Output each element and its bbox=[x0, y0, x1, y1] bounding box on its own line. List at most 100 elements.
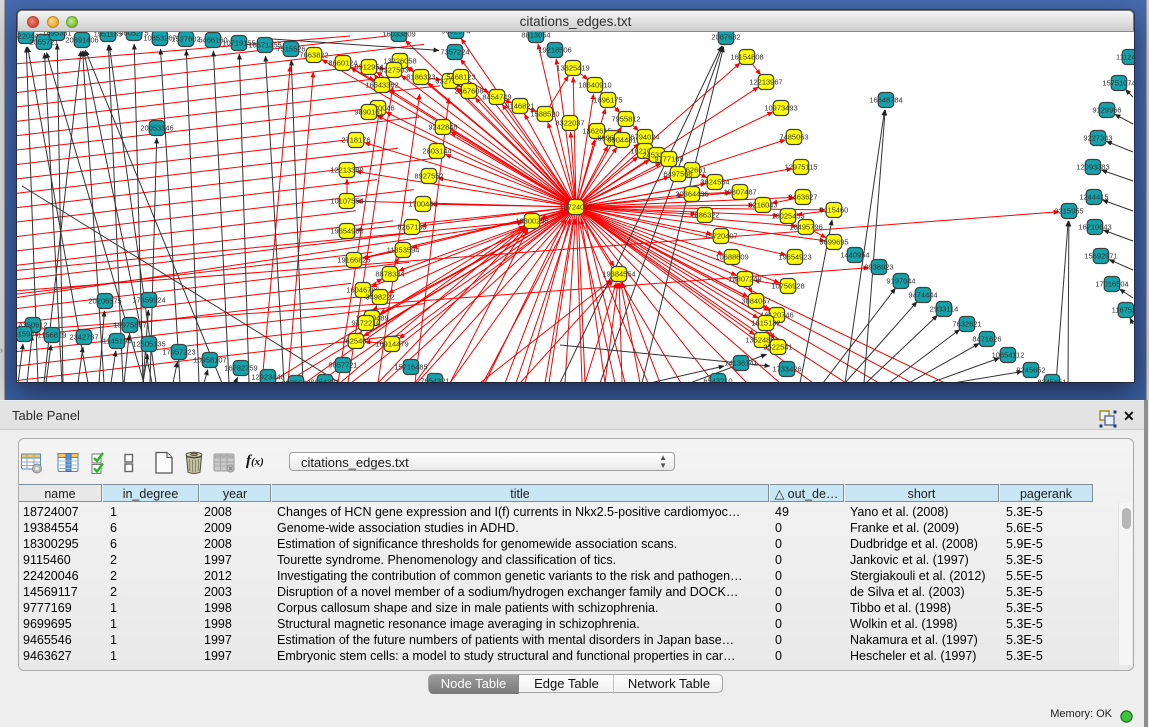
svg-text:7663822: 7663822 bbox=[299, 51, 328, 60]
svg-text:16543362: 16543362 bbox=[365, 81, 398, 90]
svg-text:9862674: 9862674 bbox=[441, 32, 470, 36]
svg-text:1440954: 1440954 bbox=[840, 251, 869, 260]
svg-text:3215955: 3215955 bbox=[1054, 207, 1083, 216]
svg-text:18495796: 18495796 bbox=[789, 223, 822, 232]
svg-text:9115460: 9115460 bbox=[820, 206, 849, 215]
svg-text:7625402: 7625402 bbox=[341, 337, 370, 346]
svg-text:3624554: 3624554 bbox=[700, 178, 729, 187]
svg-text:12505135: 12505135 bbox=[132, 340, 165, 349]
svg-text:1527602: 1527602 bbox=[171, 35, 200, 44]
svg-text:8186323: 8186323 bbox=[406, 73, 435, 82]
svg-text:1696175: 1696175 bbox=[593, 96, 622, 105]
svg-text:8660124: 8660124 bbox=[328, 59, 357, 68]
svg-text:9699695: 9699695 bbox=[819, 238, 848, 247]
svg-text:16210643: 16210643 bbox=[1078, 223, 1111, 232]
svg-text:10807487: 10807487 bbox=[723, 188, 756, 197]
svg-text:12923448: 12923448 bbox=[251, 373, 284, 382]
svg-text:1167533: 1167533 bbox=[1112, 306, 1134, 315]
svg-text:3498222: 3498222 bbox=[365, 293, 394, 302]
svg-text:19166825: 19166825 bbox=[337, 256, 370, 265]
svg-text:15720407: 15720407 bbox=[704, 232, 737, 241]
svg-text:1700443: 1700443 bbox=[408, 200, 437, 209]
svg-text:17957223: 17957223 bbox=[162, 348, 195, 357]
svg-text:9777169: 9777169 bbox=[654, 155, 683, 164]
svg-text:15692971: 15692971 bbox=[1084, 252, 1117, 261]
svg-text:6543210: 6543210 bbox=[703, 377, 732, 383]
svg-text:18807249: 18807249 bbox=[728, 275, 761, 284]
svg-text:10973493: 10973493 bbox=[764, 104, 797, 113]
svg-text:1588520: 1588520 bbox=[530, 110, 559, 119]
svg-text:13325419: 13325419 bbox=[556, 64, 589, 73]
svg-text:17359924: 17359924 bbox=[132, 296, 165, 305]
svg-text:15751074: 15751074 bbox=[1102, 79, 1134, 88]
svg-text:7654321: 7654321 bbox=[420, 377, 449, 383]
svg-text:2803144: 2803144 bbox=[422, 147, 451, 156]
svg-text:2933114: 2933114 bbox=[930, 305, 959, 314]
svg-text:8878334: 8878334 bbox=[375, 270, 404, 279]
svg-text:16033809: 16033809 bbox=[382, 32, 415, 39]
svg-text:20364436: 20364436 bbox=[675, 190, 708, 199]
svg-text:20206575: 20206575 bbox=[88, 297, 121, 306]
svg-text:7357224: 7357224 bbox=[440, 48, 469, 57]
svg-text:2718176: 2718176 bbox=[341, 136, 370, 145]
svg-text:1733426: 1733426 bbox=[772, 365, 801, 374]
svg-text:8471626: 8471626 bbox=[972, 335, 1001, 344]
svg-text:9242848: 9242848 bbox=[428, 123, 457, 132]
svg-text:9474444: 9474444 bbox=[908, 291, 937, 300]
svg-text:8654321: 8654321 bbox=[310, 378, 339, 383]
svg-text:1112438: 1112438 bbox=[1116, 53, 1134, 62]
svg-text:10107554: 10107554 bbox=[330, 197, 363, 206]
svg-text:16648784: 16648784 bbox=[869, 96, 902, 105]
svg-text:12213389: 12213389 bbox=[330, 166, 363, 175]
svg-text:9245652: 9245652 bbox=[1016, 366, 1045, 375]
svg-text:16782759: 16782759 bbox=[224, 364, 257, 373]
svg-text:3884067: 3884067 bbox=[741, 297, 770, 306]
svg-text:8322037: 8322037 bbox=[555, 119, 584, 128]
svg-text:2087682: 2087682 bbox=[711, 33, 740, 42]
svg-text:17016504: 17016504 bbox=[1095, 280, 1128, 289]
svg-text:6497568: 6497568 bbox=[663, 170, 692, 179]
svg-text:9327503: 9327503 bbox=[379, 66, 408, 75]
svg-text:1145194: 1145194 bbox=[103, 337, 132, 346]
svg-text:9472210: 9472210 bbox=[351, 319, 380, 328]
svg-text:2522541: 2522541 bbox=[763, 343, 792, 352]
svg-text:10958107: 10958107 bbox=[193, 356, 226, 365]
svg-text:16154808: 16154808 bbox=[730, 53, 763, 62]
svg-text:10654112: 10654112 bbox=[992, 351, 1025, 360]
svg-text:19654923: 19654923 bbox=[778, 253, 811, 262]
svg-text:6794024: 6794024 bbox=[630, 133, 659, 142]
svg-text:10756928: 10756928 bbox=[771, 282, 804, 291]
svg-text:9129966: 9129966 bbox=[1092, 106, 1121, 115]
svg-text:14136141: 14136141 bbox=[724, 359, 757, 368]
svg-text:8454749: 8454749 bbox=[482, 93, 511, 102]
svg-text:8813054: 8813054 bbox=[521, 32, 550, 40]
svg-text:12975115: 12975115 bbox=[785, 163, 818, 172]
svg-text:20053346: 20053346 bbox=[140, 124, 173, 133]
svg-text:8927552: 8927552 bbox=[414, 172, 443, 181]
svg-text:8938923: 8938923 bbox=[864, 263, 893, 272]
svg-text:2367608: 2367608 bbox=[454, 87, 483, 96]
svg-text:11353594: 11353594 bbox=[387, 246, 420, 255]
svg-text:18640910: 18640910 bbox=[578, 81, 611, 90]
svg-text:1244415: 1244415 bbox=[1079, 193, 1108, 202]
svg-text:10025453: 10025453 bbox=[771, 212, 804, 221]
svg-text:1156819: 1156819 bbox=[38, 331, 67, 340]
svg-text:9227343: 9227343 bbox=[1083, 134, 1112, 143]
svg-text:5468123: 5468123 bbox=[446, 73, 475, 82]
svg-text:12093383: 12093383 bbox=[1076, 163, 1109, 172]
svg-text:19218506: 19218506 bbox=[538, 46, 571, 55]
svg-text:6216043: 6216043 bbox=[748, 201, 777, 210]
svg-text:1615132: 1615132 bbox=[751, 319, 780, 328]
svg-text:19384554: 19384554 bbox=[602, 270, 635, 279]
svg-text:18724007: 18724007 bbox=[559, 203, 592, 212]
svg-text:1951185: 1951185 bbox=[94, 32, 123, 39]
svg-text:9463627: 9463627 bbox=[788, 193, 817, 202]
svg-text:19654985: 19654985 bbox=[330, 227, 363, 236]
svg-text:12213967: 12213967 bbox=[749, 78, 782, 87]
svg-text:16914479: 16914479 bbox=[375, 340, 408, 349]
svg-text:2342737: 2342737 bbox=[69, 333, 98, 342]
svg-text:15716485: 15716485 bbox=[394, 363, 427, 372]
svg-text:8267130: 8267130 bbox=[397, 223, 426, 232]
svg-text:18300295: 18300295 bbox=[515, 217, 548, 226]
svg-text:19975867: 19975867 bbox=[113, 321, 146, 330]
